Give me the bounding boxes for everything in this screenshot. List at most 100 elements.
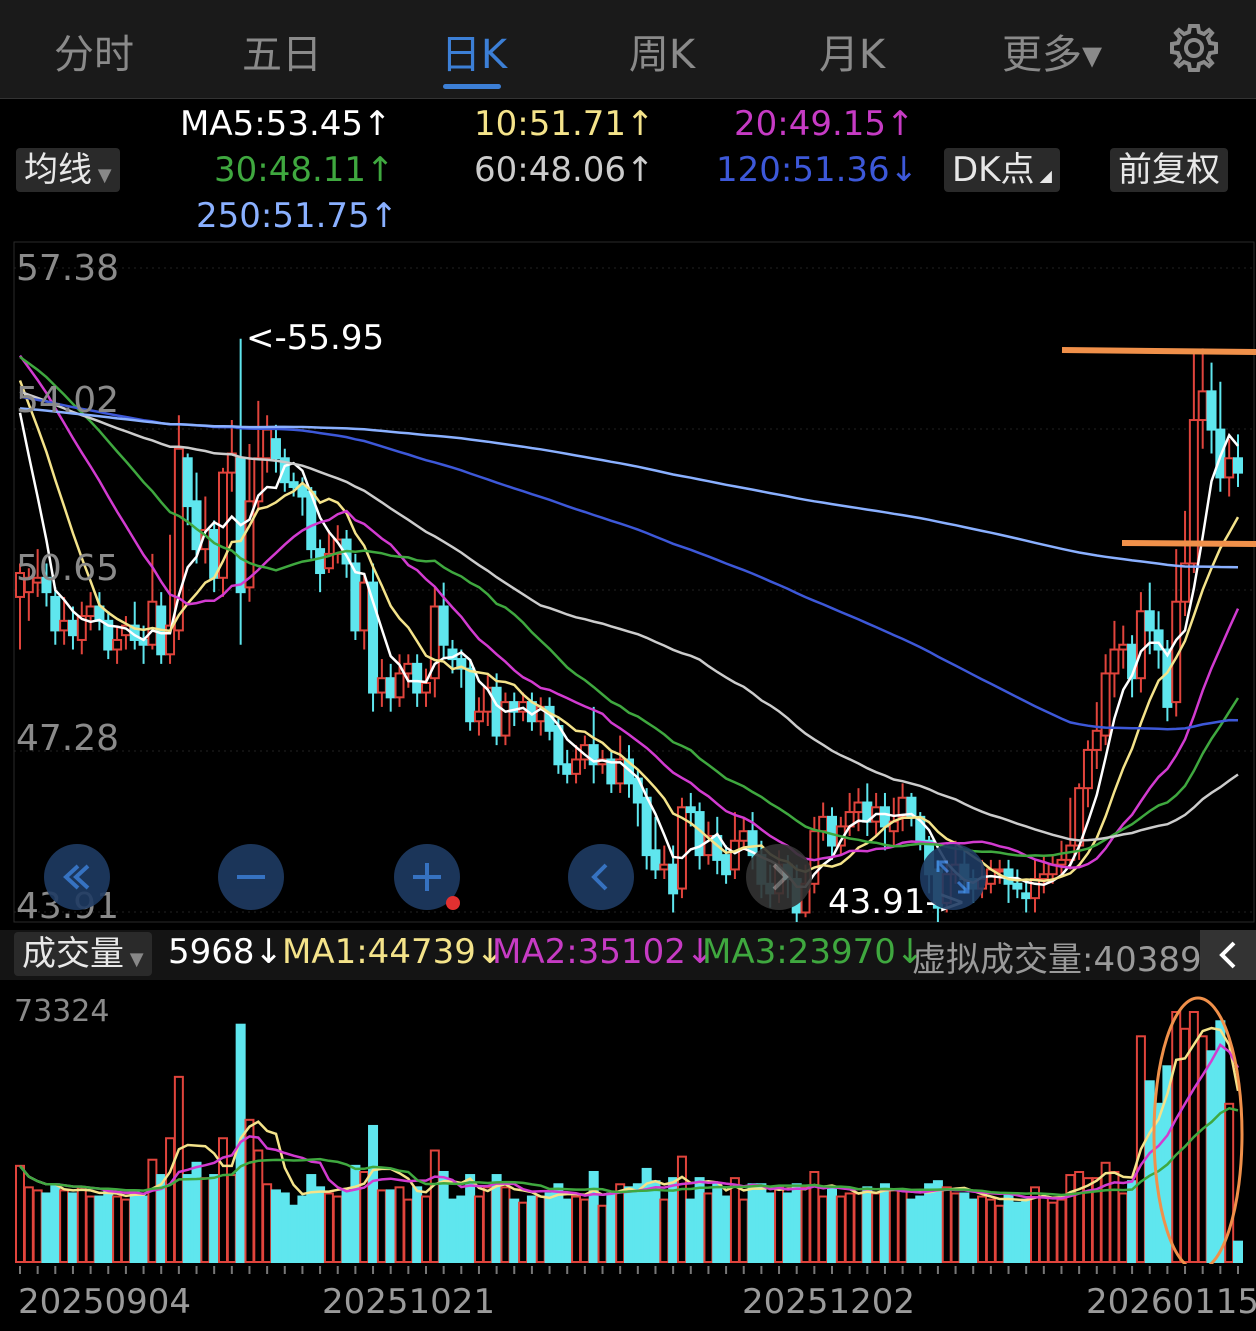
candle bbox=[500, 701, 511, 737]
tab-weekly-k[interactable]: 周K bbox=[582, 22, 742, 80]
volume-bar bbox=[1056, 1198, 1067, 1264]
ma10-label: 10:51.71↑ bbox=[474, 104, 655, 144]
candle bbox=[879, 806, 890, 828]
scroll-right-button[interactable] bbox=[746, 844, 812, 910]
candle bbox=[438, 605, 449, 646]
candle bbox=[1224, 457, 1235, 479]
price-tick: 54.02 bbox=[16, 380, 120, 421]
zoom-out-button[interactable] bbox=[218, 844, 284, 910]
candle bbox=[853, 801, 864, 814]
tab-monthly-k[interactable]: 月K bbox=[772, 22, 932, 80]
volume-bar bbox=[544, 1192, 555, 1263]
candle bbox=[50, 595, 61, 632]
volume-bar bbox=[729, 1177, 740, 1263]
tab-intraday[interactable]: 分时 bbox=[14, 22, 174, 80]
volume-bar bbox=[94, 1195, 105, 1263]
candle bbox=[403, 662, 414, 675]
indicator-select[interactable]: 均线 ▼ bbox=[16, 148, 120, 192]
scroll-fast-left-button[interactable] bbox=[44, 844, 110, 910]
volume-bar bbox=[465, 1174, 476, 1263]
volume-bar bbox=[403, 1198, 414, 1264]
chevron-left-icon bbox=[591, 863, 608, 891]
candle bbox=[1109, 648, 1120, 675]
volume-bar bbox=[535, 1195, 546, 1263]
volume-bar bbox=[915, 1195, 926, 1263]
volume-bar bbox=[306, 1174, 317, 1263]
volume-bar bbox=[1003, 1192, 1014, 1263]
volume-bar bbox=[120, 1198, 131, 1264]
volume-bar bbox=[888, 1189, 899, 1263]
volume-bar bbox=[1144, 1080, 1155, 1263]
candle bbox=[659, 863, 670, 871]
volume-bar bbox=[165, 1137, 176, 1264]
volume-chart[interactable] bbox=[0, 984, 1256, 1264]
volume-bar bbox=[429, 1149, 440, 1264]
candle bbox=[1206, 390, 1217, 431]
dropdown-arrow-icon: ▼ bbox=[92, 165, 112, 186]
dk-point-button[interactable]: DK点 ◢ bbox=[944, 148, 1060, 192]
user-drawn-marks bbox=[1061, 347, 1256, 547]
chart-border bbox=[13, 241, 1255, 923]
minus-icon bbox=[237, 875, 265, 879]
scroll-left-button[interactable] bbox=[568, 844, 634, 910]
volume-bar bbox=[421, 1195, 431, 1263]
volume-bar bbox=[1215, 1020, 1226, 1263]
tab-more[interactable]: 更多▾ bbox=[972, 22, 1132, 80]
price-tick: 47.28 bbox=[16, 718, 120, 759]
candle bbox=[67, 619, 78, 637]
candle bbox=[1118, 643, 1129, 651]
volume-bar bbox=[253, 1149, 264, 1264]
candle bbox=[729, 839, 740, 871]
volume-bar bbox=[994, 1204, 1005, 1264]
chevron-right-icon bbox=[772, 863, 789, 891]
volume-bar bbox=[606, 1192, 617, 1263]
volume-select-label: 成交量 bbox=[22, 934, 124, 974]
volume-ma2: MA2:35102↓ bbox=[492, 932, 715, 972]
candle bbox=[1012, 882, 1023, 890]
candle bbox=[112, 638, 123, 651]
volume-bar bbox=[456, 1195, 467, 1263]
candle bbox=[650, 849, 661, 871]
volume-bar bbox=[518, 1201, 529, 1264]
tab-five-day[interactable]: 五日 bbox=[202, 22, 362, 80]
candle bbox=[1135, 610, 1146, 680]
collapse-panel-button[interactable] bbox=[1200, 930, 1256, 980]
active-tab-indicator bbox=[443, 84, 501, 89]
candle bbox=[738, 830, 749, 842]
candle bbox=[721, 854, 732, 876]
volume-max-tick: 73324 bbox=[14, 994, 110, 1029]
volume-bar bbox=[756, 1183, 767, 1263]
fullscreen-button[interactable] bbox=[920, 844, 986, 910]
volume-bar bbox=[597, 1204, 608, 1264]
volume-indicator-select[interactable]: 成交量 ▼ bbox=[14, 932, 152, 976]
tab-daily-k[interactable]: 日K bbox=[394, 22, 554, 80]
volume-bar bbox=[571, 1195, 582, 1263]
volume-bar bbox=[791, 1183, 802, 1263]
volume-ma5-line bbox=[19, 1026, 1240, 1202]
volume-bar bbox=[112, 1195, 123, 1263]
candle bbox=[668, 863, 679, 895]
volume-bar bbox=[182, 1174, 193, 1263]
dropdown-arrow-icon: ▼ bbox=[124, 949, 144, 970]
candle bbox=[1030, 878, 1040, 900]
volume-bar bbox=[394, 1186, 405, 1263]
candle bbox=[385, 677, 396, 699]
gear-icon[interactable] bbox=[1168, 22, 1220, 74]
volume-ma1: MA1:44739↓ bbox=[282, 932, 505, 972]
volume-bar bbox=[288, 1204, 299, 1264]
ma120-line bbox=[19, 395, 1239, 731]
volume-bar bbox=[438, 1170, 449, 1263]
candle bbox=[1082, 748, 1093, 790]
support-line bbox=[1121, 540, 1256, 547]
volume-bar bbox=[1118, 1192, 1129, 1263]
volume-bar bbox=[323, 1192, 334, 1263]
volume-bar bbox=[632, 1183, 643, 1263]
volume-bar bbox=[509, 1198, 520, 1264]
volume-bar bbox=[853, 1192, 864, 1263]
ma5-label: MA5:53.45↑ bbox=[180, 104, 392, 144]
corner-triangle-icon: ◢ bbox=[1034, 166, 1052, 185]
candle bbox=[1038, 873, 1049, 881]
forward-adjust-button[interactable]: 前复权 bbox=[1110, 148, 1228, 192]
candlestick-chart[interactable] bbox=[0, 240, 1256, 924]
candle bbox=[147, 600, 158, 646]
